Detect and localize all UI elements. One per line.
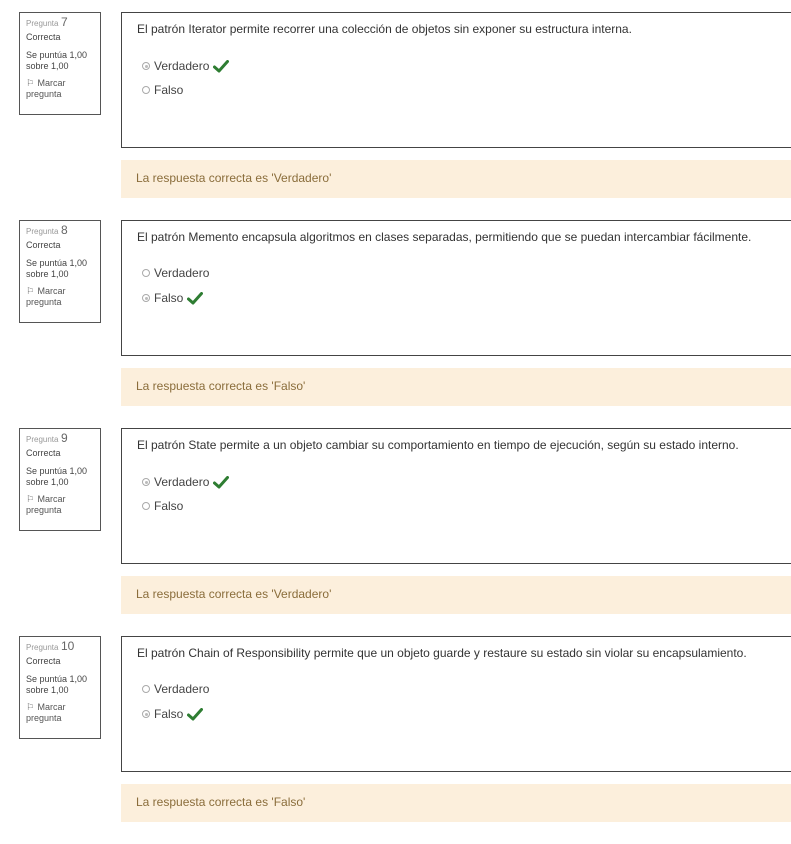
radio-button[interactable] xyxy=(142,269,150,277)
radio-button[interactable] xyxy=(142,294,150,302)
option-verdadero[interactable]: Verdadero xyxy=(137,680,776,698)
answer-options: Verdadero Falso xyxy=(137,472,776,515)
question-info: Pregunta 8 Correcta Se puntúa 1,00 sobre… xyxy=(19,220,101,323)
option-verdadero[interactable]: Verdadero xyxy=(137,56,776,76)
check-icon xyxy=(213,59,230,72)
question-number: Pregunta 8 xyxy=(26,223,94,239)
correct-answer-feedback: La respuesta correcta es 'Falso' xyxy=(121,784,791,822)
question-10: Pregunta 10 Correcta Se puntúa 1,00 sobr… xyxy=(0,636,791,844)
question-content: El patrón State permite a un objeto camb… xyxy=(121,428,791,564)
question-grade: Se puntúa 1,00 sobre 1,00 xyxy=(26,258,88,279)
question-info: Pregunta 7 Correcta Se puntúa 1,00 sobre… xyxy=(19,12,101,115)
option-falso[interactable]: Falso xyxy=(137,288,776,308)
flag-question-button[interactable]: ⚐ Marcar pregunta xyxy=(26,702,94,724)
question-text: El patrón Memento encapsula algoritmos e… xyxy=(137,230,752,244)
question-7: Pregunta 7 Correcta Se puntúa 1,00 sobre… xyxy=(0,12,791,220)
question-number-label: Pregunta xyxy=(26,643,59,652)
question-text: El patrón Iterator permite recorrer una … xyxy=(137,22,632,36)
question-grade: Se puntúa 1,00 sobre 1,00 xyxy=(26,466,88,487)
flag-icon: ⚐ xyxy=(26,286,35,296)
radio-button[interactable] xyxy=(142,502,150,510)
question-number: Pregunta 10 xyxy=(26,639,94,655)
question-grade: Se puntúa 1,00 sobre 1,00 xyxy=(26,674,88,695)
question-state: Correcta xyxy=(26,448,61,458)
radio-button[interactable] xyxy=(142,478,150,486)
question-number-value: 9 xyxy=(60,431,68,445)
flag-icon: ⚐ xyxy=(26,78,35,88)
radio-button[interactable] xyxy=(142,685,150,693)
question-8: Pregunta 8 Correcta Se puntúa 1,00 sobre… xyxy=(0,220,791,428)
flag-question-button[interactable]: ⚐ Marcar pregunta xyxy=(26,494,94,516)
correct-answer-feedback: La respuesta correcta es 'Verdadero' xyxy=(121,160,791,198)
question-number-value: 8 xyxy=(60,223,68,237)
flag-icon: ⚐ xyxy=(26,494,35,504)
option-falso[interactable]: Falso xyxy=(137,497,776,515)
option-label: Verdadero xyxy=(154,266,210,280)
question-text: El patrón State permite a un objeto camb… xyxy=(137,438,739,452)
question-number-label: Pregunta xyxy=(26,19,59,28)
option-label: Falso xyxy=(154,83,184,97)
question-number-value: 10 xyxy=(60,639,75,653)
question-number-value: 7 xyxy=(60,15,68,29)
option-label: Verdadero xyxy=(154,59,210,73)
radio-button[interactable] xyxy=(142,62,150,70)
question-number-label: Pregunta xyxy=(26,227,59,236)
question-info: Pregunta 9 Correcta Se puntúa 1,00 sobre… xyxy=(19,428,101,531)
check-icon xyxy=(187,291,204,304)
option-label: Verdadero xyxy=(154,682,210,696)
question-number-label: Pregunta xyxy=(26,435,59,444)
question-state: Correcta xyxy=(26,32,61,42)
option-label: Falso xyxy=(154,291,184,305)
question-9: Pregunta 9 Correcta Se puntúa 1,00 sobre… xyxy=(0,428,791,636)
flag-question-button[interactable]: ⚐ Marcar pregunta xyxy=(26,286,94,308)
option-label: Falso xyxy=(154,707,184,721)
answer-options: Verdadero Falso xyxy=(137,56,776,99)
option-verdadero[interactable]: Verdadero xyxy=(137,472,776,492)
question-content: El patrón Memento encapsula algoritmos e… xyxy=(121,220,791,356)
option-label: Verdadero xyxy=(154,475,210,489)
flag-icon: ⚐ xyxy=(26,702,35,712)
option-falso[interactable]: Falso xyxy=(137,704,776,724)
flag-question-button[interactable]: ⚐ Marcar pregunta xyxy=(26,78,94,100)
radio-button[interactable] xyxy=(142,86,150,94)
check-icon xyxy=(187,707,204,720)
radio-button[interactable] xyxy=(142,710,150,718)
question-info: Pregunta 10 Correcta Se puntúa 1,00 sobr… xyxy=(19,636,101,739)
correct-answer-feedback: La respuesta correcta es 'Falso' xyxy=(121,368,791,406)
option-verdadero[interactable]: Verdadero xyxy=(137,264,776,282)
question-state: Correcta xyxy=(26,656,61,666)
question-grade: Se puntúa 1,00 sobre 1,00 xyxy=(26,50,88,71)
question-content: El patrón Iterator permite recorrer una … xyxy=(121,12,791,148)
question-state: Correcta xyxy=(26,240,61,250)
correct-answer-feedback: La respuesta correcta es 'Verdadero' xyxy=(121,576,791,614)
question-number: Pregunta 7 xyxy=(26,15,94,31)
question-content: El patrón Chain of Responsibility permit… xyxy=(121,636,791,772)
answer-options: Verdadero Falso xyxy=(137,264,776,308)
question-number: Pregunta 9 xyxy=(26,431,94,447)
option-label: Falso xyxy=(154,499,184,513)
answer-options: Verdadero Falso xyxy=(137,680,776,724)
question-text: El patrón Chain of Responsibility permit… xyxy=(137,646,747,660)
option-falso[interactable]: Falso xyxy=(137,81,776,99)
check-icon xyxy=(213,475,230,488)
